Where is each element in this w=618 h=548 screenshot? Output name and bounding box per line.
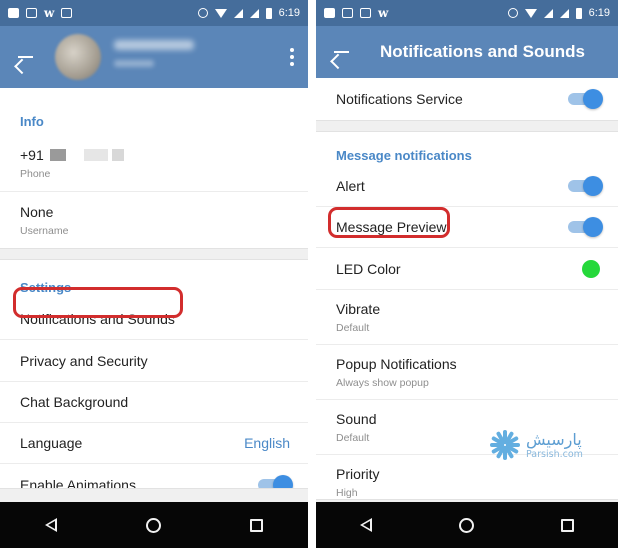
nav-back-icon[interactable]	[359, 518, 372, 532]
phone-redaction-light-2	[111, 149, 124, 161]
username-label: Username	[20, 224, 69, 237]
phone-row[interactable]: +91 Phone	[0, 136, 308, 192]
led-color-row[interactable]: LED Color	[316, 248, 618, 290]
settings-content: Info +91 Phone None Username Settings No…	[0, 88, 308, 505]
priority-value: High	[336, 487, 358, 499]
profile-settings-screen: w 6:19 Info +91 Phone None Username Sett…	[0, 0, 308, 548]
battery-icon	[265, 7, 272, 19]
priority-label: Priority	[336, 466, 380, 482]
phone-label: Phone	[20, 168, 51, 180]
message-notifications-header: Message notifications	[336, 148, 472, 163]
popup-value: Always show popup	[336, 376, 429, 389]
message-preview-toggle[interactable]	[568, 217, 603, 237]
watermark-persian-text: پارسیش	[526, 429, 582, 449]
settings-item-label: Privacy and Security	[20, 352, 148, 369]
settings-item-notifications[interactable]: Notifications and Sounds	[0, 298, 308, 340]
language-label: Language	[20, 435, 83, 451]
profile-name-blurred	[114, 40, 194, 50]
android-nav-bar	[0, 502, 308, 548]
wifi-icon	[214, 8, 227, 18]
message-notification-icon	[324, 8, 335, 18]
alert-label: Alert	[336, 178, 365, 194]
status-bar: w 6:19	[0, 0, 308, 26]
image-notification-icon	[61, 8, 73, 18]
settings-section-header: Settings	[20, 280, 72, 295]
language-value: English	[244, 435, 290, 451]
led-label: LED Color	[336, 260, 401, 277]
more-vertical-icon[interactable]	[290, 48, 294, 66]
signal-icon-2	[249, 8, 259, 18]
nav-recents-icon[interactable]	[250, 518, 264, 532]
nav-home-icon[interactable]	[458, 517, 474, 533]
profile-status-blurred	[114, 60, 154, 67]
alarm-icon	[197, 8, 208, 18]
alert-toggle[interactable]	[568, 176, 603, 196]
settings-item-language[interactable]: Language English	[0, 423, 308, 464]
signal-icon-2	[559, 8, 569, 18]
back-arrow-icon[interactable]	[16, 49, 34, 65]
popup-label: Popup Notifications	[336, 355, 457, 372]
back-arrow-icon[interactable]	[332, 44, 350, 60]
screenshot-gutter	[308, 0, 316, 548]
w-app-notification-icon: w	[44, 6, 55, 20]
watermark-latin-text: Parsish.com	[526, 448, 583, 460]
preview-label: Message Preview	[336, 219, 447, 235]
notifications-service-toggle[interactable]	[568, 89, 603, 109]
signal-icon	[233, 8, 243, 18]
image-notification-icon	[342, 8, 353, 18]
section-divider	[316, 120, 618, 132]
parsish-logo-icon	[488, 428, 522, 462]
signal-icon	[543, 8, 553, 18]
status-time: 6:19	[278, 7, 300, 19]
nav-recents-icon[interactable]	[561, 518, 575, 532]
alarm-icon	[507, 8, 518, 18]
vibrate-value: Default	[336, 321, 370, 334]
avatar[interactable]	[55, 34, 101, 80]
vibrate-row[interactable]: Vibrate Default	[316, 290, 618, 345]
gmail-notification-icon	[26, 8, 37, 18]
message-notification-icon	[8, 8, 19, 18]
username-value: None	[20, 203, 54, 220]
wifi-icon	[524, 8, 537, 18]
status-time: 6:19	[588, 7, 610, 19]
notifications-settings-screen: w 6:19 Notifications and Sounds Notifica…	[316, 0, 618, 548]
vibrate-label: Vibrate	[336, 300, 381, 317]
android-nav-bar	[316, 502, 618, 548]
alert-row[interactable]: Alert	[316, 166, 618, 207]
parsish-watermark: پارسیش Parsish.com	[488, 428, 583, 462]
nav-home-icon[interactable]	[145, 517, 161, 533]
phone-redaction-light	[83, 149, 108, 161]
settings-item-chat-background[interactable]: Chat Background	[0, 382, 308, 423]
led-color-swatch[interactable]	[582, 259, 600, 278]
section-divider	[0, 248, 308, 260]
phone-value: +91	[20, 147, 44, 163]
service-label: Notifications Service	[336, 91, 463, 107]
w-app-notification-icon: w	[378, 6, 389, 20]
nav-back-icon[interactable]	[44, 518, 57, 532]
username-row[interactable]: None Username	[0, 192, 308, 248]
info-section-header: Info	[20, 114, 44, 129]
gmail-notification-icon	[360, 8, 371, 18]
sound-value: Default	[336, 431, 370, 444]
battery-icon	[575, 7, 582, 19]
phone-redaction-dark	[49, 149, 66, 161]
sound-label: Sound	[336, 410, 377, 427]
list-end-divider	[0, 488, 308, 502]
profile-app-bar	[0, 26, 308, 88]
page-title: Notifications and Sounds	[380, 42, 585, 61]
popup-notifications-row[interactable]: Popup Notifications Always show popup	[316, 345, 618, 400]
notifications-app-bar: Notifications and Sounds	[316, 26, 618, 78]
message-preview-row[interactable]: Message Preview	[316, 207, 618, 248]
settings-item-label: Chat Background	[20, 394, 129, 410]
settings-item-label: Notifications and Sounds	[20, 310, 175, 327]
status-bar: w 6:19	[316, 0, 618, 26]
notifications-service-row[interactable]: Notifications Service	[316, 78, 618, 120]
settings-item-privacy[interactable]: Privacy and Security	[0, 340, 308, 382]
